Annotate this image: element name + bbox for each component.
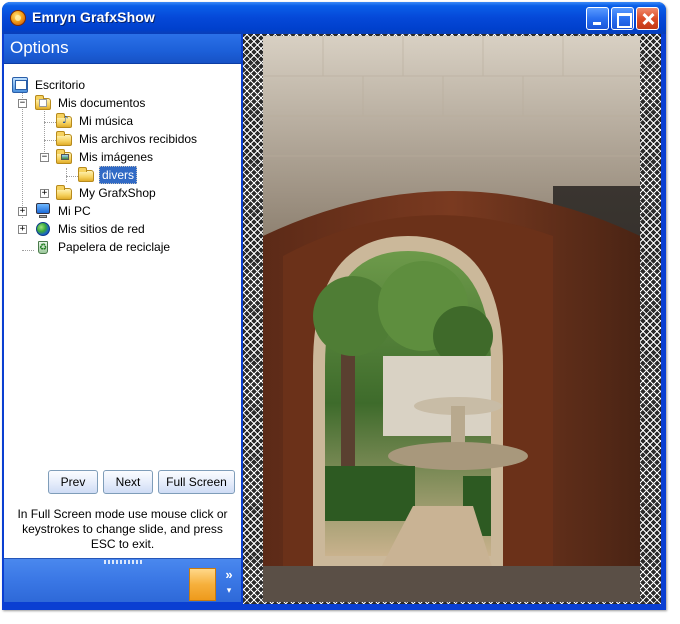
slide-photo xyxy=(263,36,640,602)
title-bar[interactable]: Emryn GrafxShow xyxy=(2,2,666,34)
tree-item-mi-musica[interactable]: ♪ Mi música xyxy=(56,112,135,130)
maximize-button[interactable] xyxy=(611,7,634,30)
options-header: Options xyxy=(4,34,241,64)
tree-item-my-grafxshop[interactable]: My GrafxShop xyxy=(56,184,158,202)
slideshow-controls: Prev Next Full Screen xyxy=(48,470,235,494)
tree-item-label: divers xyxy=(99,166,138,184)
next-button[interactable]: Next xyxy=(103,470,153,494)
tree-item-mi-pc[interactable]: Mi PC xyxy=(35,202,93,220)
resize-grip[interactable] xyxy=(104,560,144,564)
tree-connector xyxy=(66,168,67,182)
tree-item-label: Papelera de reciclaje xyxy=(58,240,171,254)
tree-item-label: Mi PC xyxy=(58,204,91,218)
full-screen-button[interactable]: Full Screen xyxy=(158,470,235,494)
tree-item-label: My GrafxShop xyxy=(79,186,156,200)
folder-tree: Escritorio − Mis documentos ♪ Mi música … xyxy=(4,64,241,454)
tree-item-escritorio[interactable]: Escritorio xyxy=(12,76,87,94)
tree-connector xyxy=(22,250,34,251)
help-text: In Full Screen mode use mouse click or k… xyxy=(17,507,228,551)
pictures-folder-icon xyxy=(56,149,72,165)
tree-item-label: Mis archivos recibidos xyxy=(79,132,198,146)
chevron-more-icon[interactable]: » ▾ xyxy=(219,568,239,601)
expand-icon[interactable]: + xyxy=(18,225,27,234)
app-icon[interactable] xyxy=(10,10,26,26)
recycle-bin-icon xyxy=(35,239,51,255)
photo-image xyxy=(263,36,640,602)
folder-open-icon xyxy=(78,167,94,183)
collapse-icon[interactable]: − xyxy=(18,99,27,108)
tree-item-label: Mi música xyxy=(79,114,134,128)
options-panel: Options Escritorio − Mis documentos ♪ Mi… xyxy=(4,34,241,602)
tree-item-mis-sitios-de-red[interactable]: Mis sitios de red xyxy=(35,220,147,238)
desktop-icon xyxy=(12,77,28,93)
folder-icon xyxy=(56,131,72,147)
tree-item-mis-documentos[interactable]: Mis documentos xyxy=(35,94,147,112)
tree-connector xyxy=(44,140,56,141)
image-viewer[interactable] xyxy=(243,34,661,604)
tree-item-label: Escritorio xyxy=(35,78,86,92)
tree-connector xyxy=(66,176,78,177)
toolbar-button[interactable] xyxy=(189,568,216,601)
close-button[interactable] xyxy=(636,7,659,30)
window-title: Emryn GrafxShow xyxy=(32,9,155,25)
expand-icon[interactable]: + xyxy=(40,189,49,198)
collapse-icon[interactable]: − xyxy=(40,153,49,162)
tree-item-papelera[interactable]: Papelera de reciclaje xyxy=(35,238,172,256)
music-folder-icon: ♪ xyxy=(56,113,72,129)
tree-item-label: Mis sitios de red xyxy=(58,222,145,236)
tree-item-divers[interactable]: divers xyxy=(78,166,138,184)
documents-folder-icon xyxy=(35,95,51,111)
tree-item-mis-imagenes[interactable]: Mis imágenes xyxy=(56,148,155,166)
folder-icon xyxy=(56,185,72,201)
expand-icon[interactable]: + xyxy=(18,207,27,216)
tree-item-mis-archivos-recibidos[interactable]: Mis archivos recibidos xyxy=(56,130,199,148)
tree-connector xyxy=(44,122,56,123)
tree-item-label: Mis imágenes xyxy=(79,150,154,164)
computer-icon xyxy=(35,203,51,219)
minimize-button[interactable] xyxy=(586,7,609,30)
prev-button[interactable]: Prev xyxy=(48,470,98,494)
bottom-toolbar: » ▾ xyxy=(4,558,241,602)
network-icon xyxy=(35,221,51,237)
tree-item-label: Mis documentos xyxy=(58,96,146,110)
chevron-label: » xyxy=(225,567,233,582)
